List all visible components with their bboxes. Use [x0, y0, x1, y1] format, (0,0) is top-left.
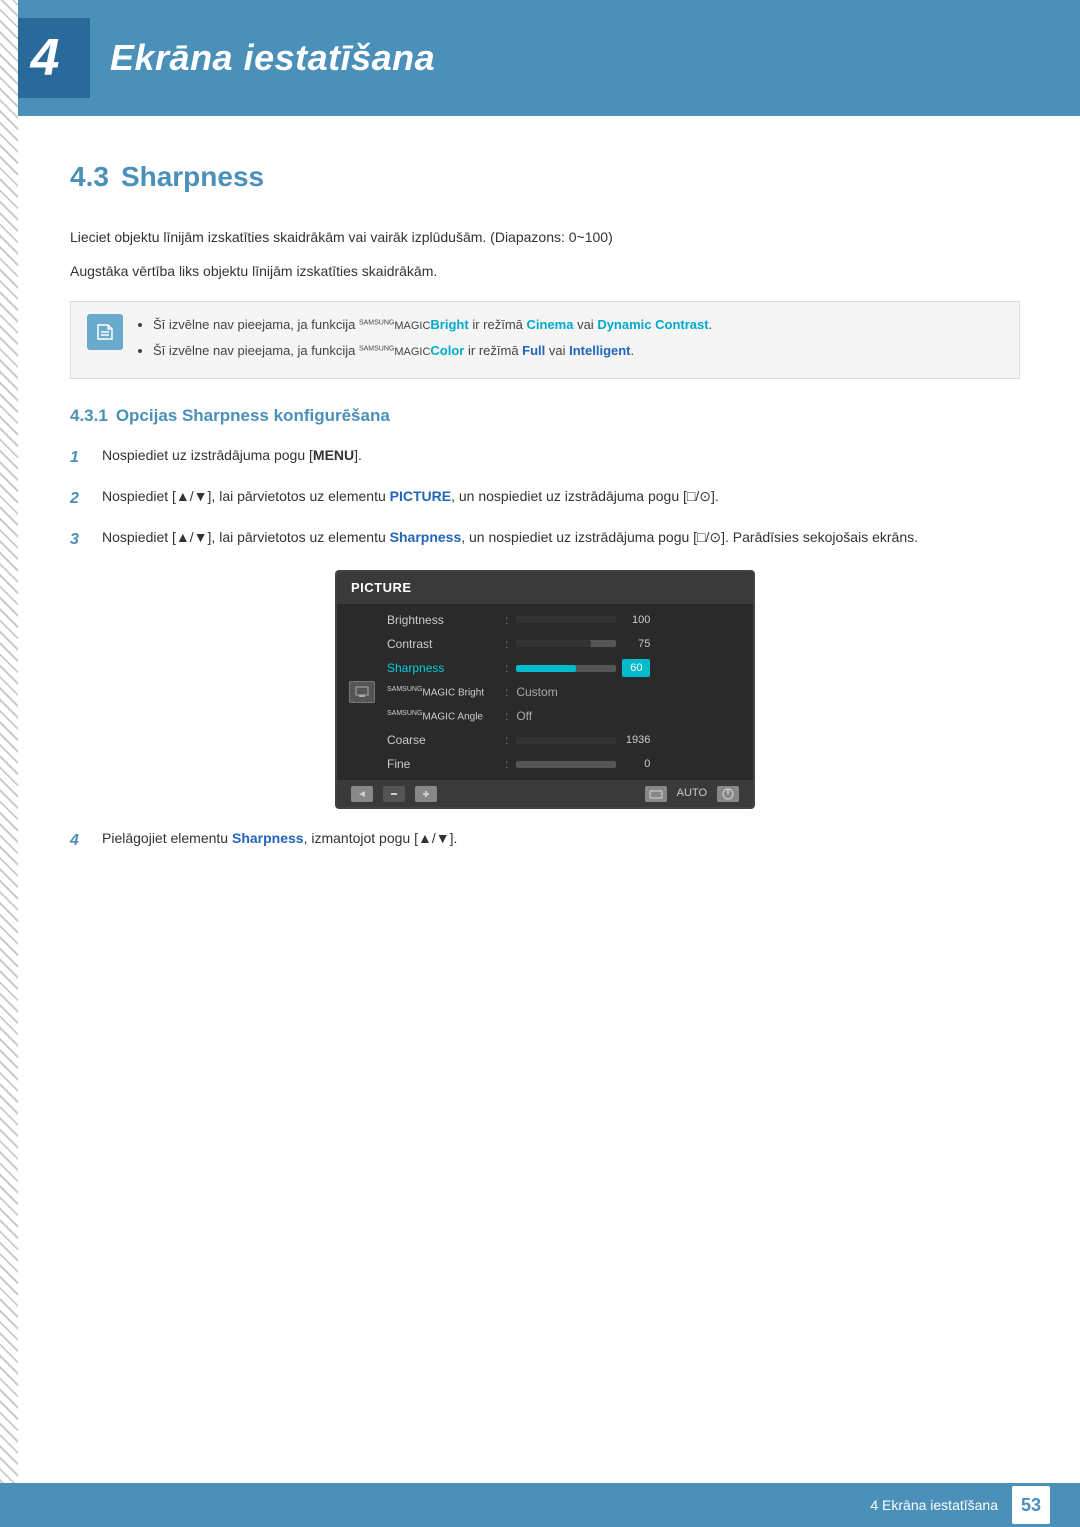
- section-number: 4.3: [70, 161, 109, 192]
- row-label-contrast: Contrast: [387, 635, 497, 653]
- monitor-footer-left-icons: [351, 786, 437, 802]
- row-label-sharpness: Sharpness: [387, 659, 497, 677]
- footer-page-number: 53: [1012, 1486, 1050, 1524]
- monitor-screenshot: PICTURE Brightness : 100 Contrast : 75: [335, 570, 755, 809]
- section-heading: Sharpness: [121, 161, 264, 192]
- monitor-menu-title: PICTURE: [337, 572, 753, 604]
- monitor-row-magic-angle: SAMSUNGMAGIC Angle : Off: [337, 704, 753, 728]
- row-label-fine: Fine: [387, 755, 497, 773]
- step-3-text: Nospiediet [▲/▼], lai pārvietotos uz ele…: [102, 526, 1020, 548]
- monitor-footer: AUTO: [337, 780, 753, 807]
- monitor-row-brightness: Brightness : 100: [337, 608, 753, 632]
- footer-icon-enter: [645, 786, 667, 802]
- monitor-row-magic-bright: SAMSUNGMAGIC Bright : Custom: [337, 680, 753, 704]
- monitor-menu-rows: Brightness : 100 Contrast : 75 Sharpness: [337, 604, 753, 781]
- row-bar-fine: 0: [516, 756, 650, 773]
- step-1-number: 1: [70, 444, 96, 471]
- row-label-magic-bright: SAMSUNGMAGIC Bright: [387, 686, 497, 699]
- step-1: 1 Nospiediet uz izstrādājuma pogu [MENU]…: [70, 444, 1020, 471]
- description-1: Lieciet objektu līnijām izskatīties skai…: [70, 226, 1020, 248]
- monitor-row-contrast: Contrast : 75: [337, 632, 753, 656]
- steps-list: 1 Nospiediet uz izstrādājuma pogu [MENU]…: [70, 444, 1020, 552]
- step-4: 4 Pielāgojiet elementu Sharpness, izmant…: [70, 827, 1020, 854]
- row-bar-brightness: 100: [516, 612, 650, 629]
- row-bar-contrast: 75: [516, 636, 650, 653]
- row-bar-coarse: 1936: [516, 732, 650, 749]
- page-footer: 4 Ekrāna iestatīšana 53: [0, 1483, 1080, 1527]
- step-3-number: 3: [70, 526, 96, 553]
- footer-icon-left: [351, 786, 373, 802]
- step-2-text: Nospiediet [▲/▼], lai pārvietotos uz ele…: [102, 485, 1020, 507]
- row-bar-sharpness: 60: [516, 659, 650, 678]
- subsection-title: 4.3.1 Opcijas Sharpness konfigurēšana: [70, 403, 1020, 429]
- step-4-list: 4 Pielāgojiet elementu Sharpness, izmant…: [70, 827, 1020, 854]
- note-item-2: Šī izvēlne nav pieejama, ja funkcija SAM…: [153, 340, 712, 362]
- subsection-heading: Opcijas Sharpness konfigurēšana: [116, 406, 390, 425]
- monitor-footer-right-icons: AUTO: [645, 785, 739, 802]
- step-3: 3 Nospiediet [▲/▼], lai pārvietotos uz e…: [70, 526, 1020, 553]
- subsection-number: 4.3.1: [70, 406, 108, 425]
- row-value-magic-bright: Custom: [516, 683, 557, 701]
- monitor-row-fine: Fine : 0: [337, 752, 753, 776]
- note-icon: [87, 314, 123, 350]
- description-2: Augstāka vērtība liks objektu līnijām iz…: [70, 260, 1020, 282]
- monitor-icon-magic: [349, 681, 375, 703]
- footer-chapter-text: 4 Ekrāna iestatīšana: [870, 1495, 998, 1516]
- chapter-header: 4 Ekrāna iestatīšana: [0, 0, 1080, 116]
- footer-auto-text: AUTO: [677, 785, 707, 802]
- step-4-text: Pielāgojiet elementu Sharpness, izmantoj…: [102, 827, 1020, 849]
- footer-icon-minus: [383, 786, 405, 802]
- note-item-1: Šī izvēlne nav pieejama, ja funkcija SAM…: [153, 314, 712, 336]
- footer-icon-plus: [415, 786, 437, 802]
- step-4-number: 4: [70, 827, 96, 854]
- step-2: 2 Nospiediet [▲/▼], lai pārvietotos uz e…: [70, 485, 1020, 512]
- row-label-magic-angle: SAMSUNGMAGIC Angle: [387, 710, 497, 723]
- row-label-coarse: Coarse: [387, 731, 497, 749]
- step-1-text: Nospiediet uz izstrādājuma pogu [MENU].: [102, 444, 1020, 466]
- note-box: Šī izvēlne nav pieejama, ja funkcija SAM…: [70, 301, 1020, 379]
- main-content: 4.3 Sharpness Lieciet objektu līnijām izs…: [0, 156, 1080, 947]
- row-value-magic-angle: Off: [516, 707, 532, 725]
- note-content: Šī izvēlne nav pieejama, ja funkcija SAM…: [135, 314, 712, 366]
- chapter-title: Ekrāna iestatīšana: [110, 31, 435, 85]
- monitor-row-coarse: Coarse : 1936: [337, 728, 753, 752]
- footer-icon-power: [717, 786, 739, 802]
- chapter-number: 4: [31, 19, 60, 97]
- section-title: 4.3 Sharpness: [70, 156, 1020, 198]
- monitor-row-sharpness: Sharpness : 60: [337, 656, 753, 681]
- step-2-number: 2: [70, 485, 96, 512]
- row-label-brightness: Brightness: [387, 611, 497, 629]
- left-stripe-decoration: [0, 0, 18, 1527]
